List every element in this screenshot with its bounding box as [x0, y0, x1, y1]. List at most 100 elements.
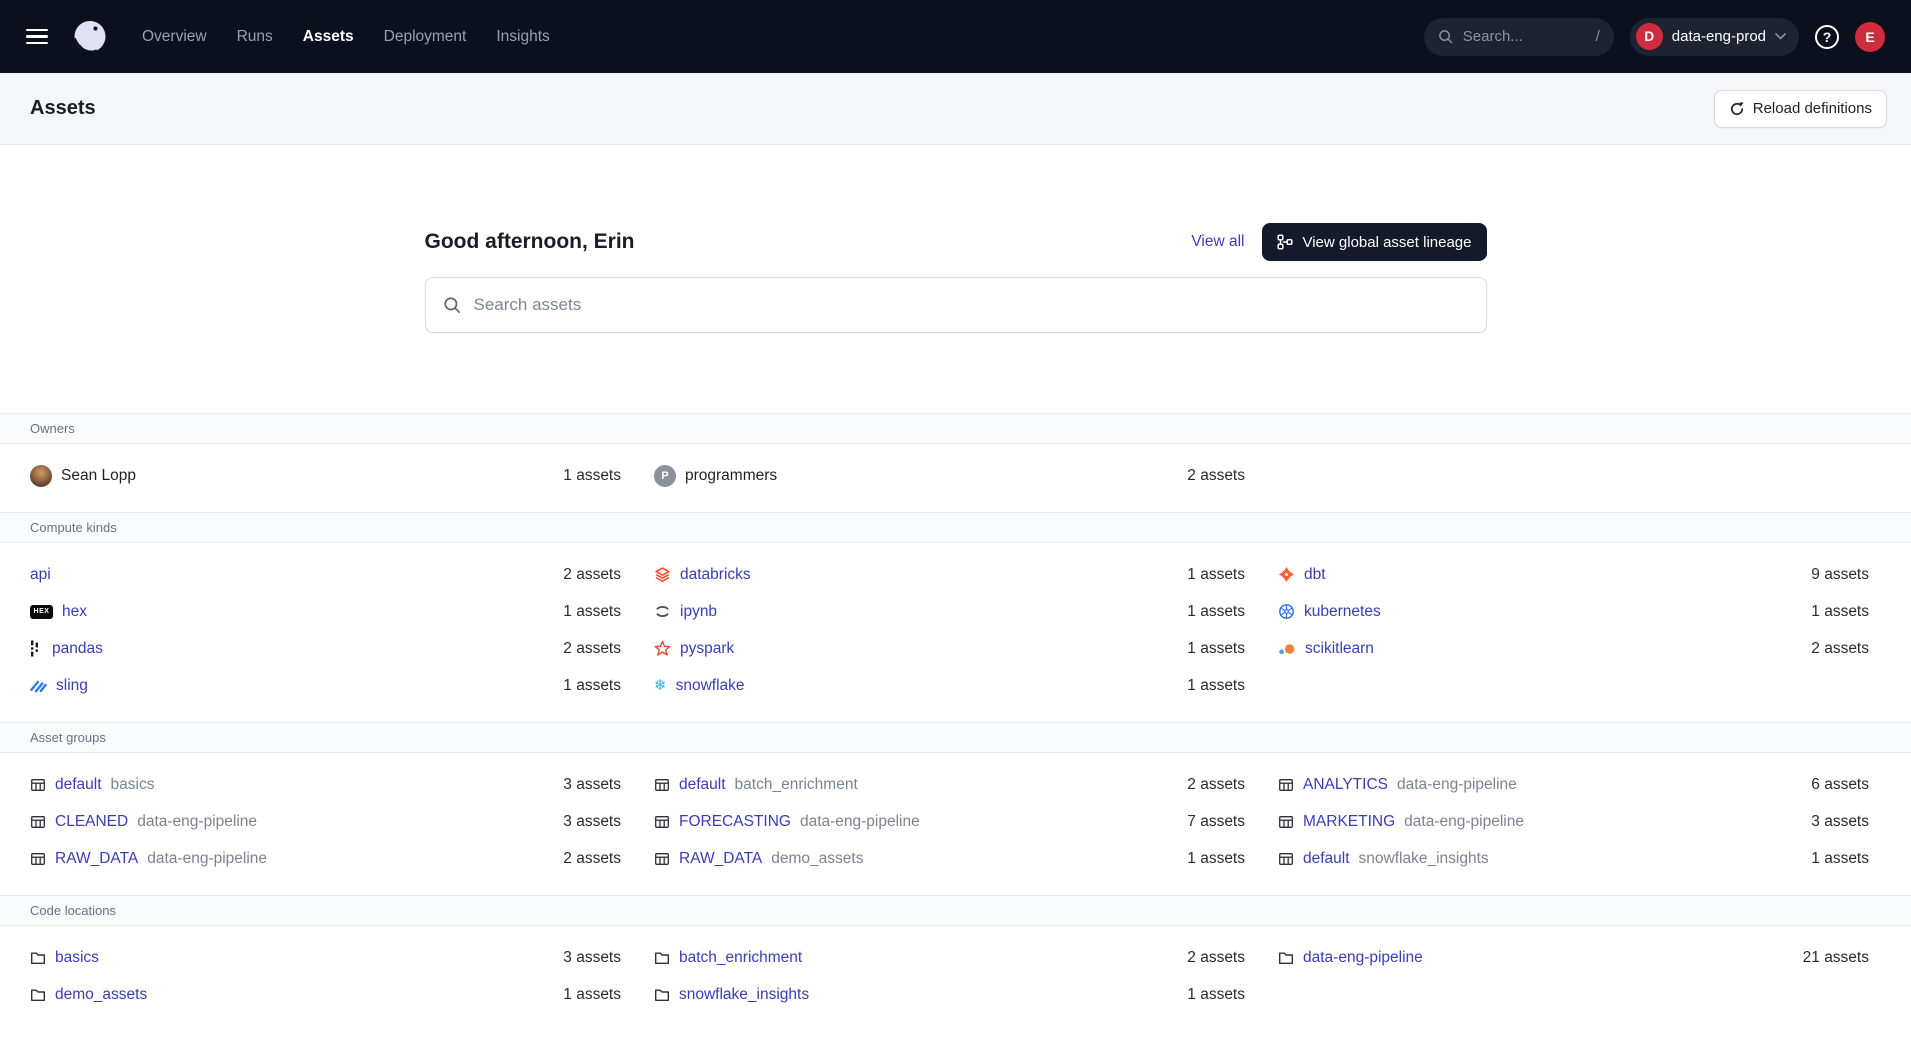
- nav-item-insights[interactable]: Insights: [496, 28, 549, 46]
- kind-link[interactable]: pandas: [52, 640, 103, 658]
- kind-link[interactable]: ipynb: [680, 603, 717, 621]
- location-link[interactable]: basics: [55, 949, 99, 967]
- kind-row-hex: HEX hex 1 assets: [30, 593, 621, 630]
- table-icon: [30, 814, 46, 830]
- group-link[interactable]: default: [1303, 850, 1350, 868]
- team-badge-icon: P: [654, 465, 676, 487]
- kind-row-scikitlearn: scikitlearn 2 assets: [1278, 630, 1869, 667]
- location-row: basics 3 assets: [30, 939, 621, 976]
- kind-link[interactable]: kubernetes: [1304, 603, 1381, 621]
- group-link[interactable]: FORECASTING: [679, 813, 791, 831]
- folder-icon: [654, 987, 670, 1003]
- code-locations-grid: basics 3 assets batch_enrichment 2 asset…: [0, 926, 1911, 1031]
- user-avatar[interactable]: E: [1855, 22, 1885, 52]
- kind-row-ipynb: ipynb 1 assets: [654, 593, 1245, 630]
- asset-count: 21 assets: [1803, 949, 1869, 967]
- search-icon: [1438, 29, 1453, 44]
- nav-item-deployment[interactable]: Deployment: [384, 28, 467, 46]
- asset-count: 7 assets: [1187, 813, 1245, 831]
- pyspark-icon: [654, 640, 671, 657]
- kind-row-sling: sling 1 assets: [30, 667, 621, 704]
- group-link[interactable]: ANALYTICS: [1303, 776, 1388, 794]
- group-link[interactable]: default: [679, 776, 726, 794]
- nav-item-overview[interactable]: Overview: [142, 28, 207, 46]
- owner-name[interactable]: Sean Lopp: [61, 467, 136, 485]
- asset-count: 2 assets: [563, 566, 621, 584]
- greeting-heading: Good afternoon, Erin: [425, 230, 635, 254]
- group-location: demo_assets: [771, 850, 863, 868]
- section-label-code-locations: Code locations: [0, 895, 1911, 926]
- asset-count: 1 assets: [1811, 603, 1869, 621]
- kind-row-api: api 2 assets: [30, 556, 621, 593]
- location-link[interactable]: snowflake_insights: [679, 986, 809, 1004]
- asset-count: 1 assets: [1187, 566, 1245, 584]
- location-link[interactable]: data-eng-pipeline: [1303, 949, 1423, 967]
- refresh-icon: [1729, 101, 1745, 117]
- group-row: default snowflake_insights 1 assets: [1278, 840, 1869, 877]
- asset-count: 2 assets: [1187, 949, 1245, 967]
- menu-icon[interactable]: [26, 29, 48, 45]
- databricks-icon: [654, 566, 671, 583]
- kind-row-databricks: databricks 1 assets: [654, 556, 1245, 593]
- kind-link[interactable]: snowflake: [676, 677, 745, 695]
- kind-row-dbt: dbt 9 assets: [1278, 556, 1869, 593]
- asset-count: 2 assets: [1187, 776, 1245, 794]
- kind-link[interactable]: sling: [56, 677, 88, 695]
- group-location: data-eng-pipeline: [147, 850, 267, 868]
- kind-row-kubernetes: kubernetes 1 assets: [1278, 593, 1869, 630]
- group-link[interactable]: RAW_DATA: [55, 850, 138, 868]
- search-shortcut-hint: /: [1596, 28, 1600, 45]
- location-link[interactable]: batch_enrichment: [679, 949, 802, 967]
- kind-row-snowflake: ❄ snowflake 1 assets: [654, 667, 1245, 704]
- group-row: FORECASTING data-eng-pipeline 7 assets: [654, 803, 1245, 840]
- asset-count: 1 assets: [1187, 850, 1245, 868]
- asset-count: 1 assets: [1187, 677, 1245, 695]
- group-link[interactable]: RAW_DATA: [679, 850, 762, 868]
- group-row: default batch_enrichment 2 assets: [654, 766, 1245, 803]
- asset-groups-grid: default basics 3 assets default batch_en…: [0, 753, 1911, 895]
- table-icon: [1278, 851, 1294, 867]
- view-all-link[interactable]: View all: [1191, 233, 1244, 251]
- location-row: data-eng-pipeline 21 assets: [1278, 939, 1869, 976]
- kind-link[interactable]: dbt: [1304, 566, 1326, 584]
- global-search-input[interactable]: [1461, 27, 1588, 46]
- owner-name[interactable]: programmers: [685, 467, 777, 485]
- asset-search-box[interactable]: [425, 277, 1487, 333]
- help-icon[interactable]: ?: [1815, 25, 1839, 49]
- kind-link[interactable]: api: [30, 566, 51, 584]
- view-global-asset-lineage-button[interactable]: View global asset lineage: [1262, 223, 1486, 261]
- group-location: data-eng-pipeline: [1404, 813, 1524, 831]
- location-link[interactable]: demo_assets: [55, 986, 147, 1004]
- asset-count: 3 assets: [1811, 813, 1869, 831]
- hex-icon: HEX: [30, 605, 53, 619]
- global-search[interactable]: /: [1424, 18, 1614, 56]
- asset-count: 3 assets: [563, 776, 621, 794]
- kind-link[interactable]: hex: [62, 603, 87, 621]
- group-link[interactable]: CLEANED: [55, 813, 128, 831]
- folder-icon: [30, 987, 46, 1003]
- nav-item-assets[interactable]: Assets: [303, 28, 354, 46]
- table-icon: [654, 777, 670, 793]
- top-navigation-bar: Overview Runs Assets Deployment Insights…: [0, 0, 1911, 73]
- nav-item-runs[interactable]: Runs: [237, 28, 273, 46]
- kind-link[interactable]: scikitlearn: [1305, 640, 1374, 658]
- location-row: snowflake_insights 1 assets: [654, 976, 1245, 1013]
- kind-link[interactable]: pyspark: [680, 640, 734, 658]
- section-label-owners: Owners: [0, 413, 1911, 444]
- asset-count: 1 assets: [1187, 640, 1245, 658]
- asset-count: 1 assets: [1187, 603, 1245, 621]
- deployment-switcher[interactable]: D data-eng-prod: [1630, 18, 1799, 56]
- group-row: MARKETING data-eng-pipeline 3 assets: [1278, 803, 1869, 840]
- asset-search-input[interactable]: [472, 294, 1469, 316]
- group-location: basics: [111, 776, 155, 794]
- group-location: data-eng-pipeline: [137, 813, 257, 831]
- group-location: batch_enrichment: [735, 776, 858, 794]
- kind-link[interactable]: databricks: [680, 566, 751, 584]
- reload-definitions-button[interactable]: Reload definitions: [1714, 90, 1887, 128]
- group-row: RAW_DATA demo_assets 1 assets: [654, 840, 1245, 877]
- group-link[interactable]: default: [55, 776, 102, 794]
- dagster-logo-icon[interactable]: [70, 17, 110, 57]
- lineage-graph-icon: [1277, 234, 1293, 250]
- group-row: RAW_DATA data-eng-pipeline 2 assets: [30, 840, 621, 877]
- group-link[interactable]: MARKETING: [1303, 813, 1395, 831]
